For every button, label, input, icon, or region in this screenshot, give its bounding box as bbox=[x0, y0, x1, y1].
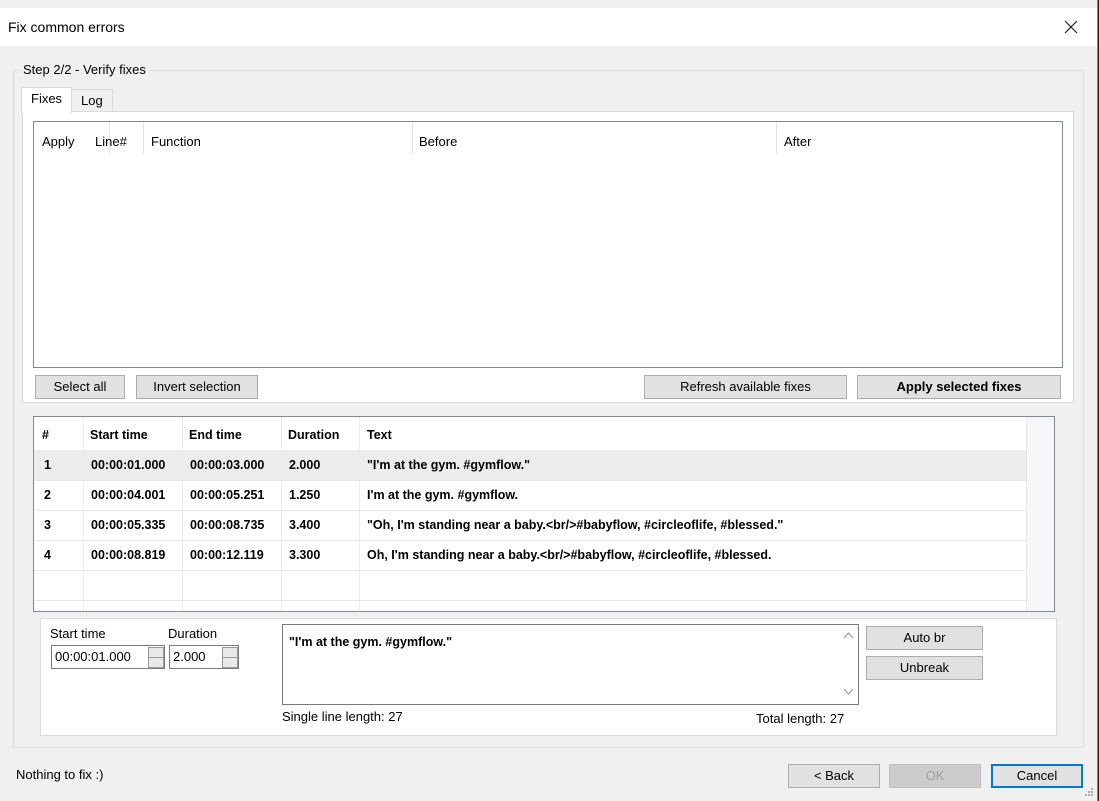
empty-row bbox=[34, 571, 1028, 601]
row-number: 2 bbox=[44, 488, 51, 502]
table-row[interactable]: 1 00:00:01.000 00:00:03.000 2.000 "I'm a… bbox=[34, 451, 1028, 481]
row-text: Oh, I'm standing near a baby.<br/>#babyf… bbox=[367, 548, 772, 562]
column-apply[interactable]: Apply bbox=[42, 134, 75, 149]
duration-value: 2.000 bbox=[173, 649, 206, 664]
header-end-time[interactable]: End time bbox=[189, 421, 242, 450]
row-text: I'm at the gym. #gymflow. bbox=[367, 488, 519, 502]
table-row[interactable]: 4 00:00:08.819 00:00:12.119 3.300 Oh, I'… bbox=[34, 541, 1028, 571]
table-row[interactable]: 2 00:00:04.001 00:00:05.251 1.250 I'm at… bbox=[34, 481, 1028, 511]
tab-fixes[interactable]: Fixes bbox=[21, 87, 73, 113]
spin-down-icon[interactable] bbox=[222, 657, 238, 668]
row-start-time: 00:00:04.001 bbox=[91, 488, 166, 502]
duration-label: Duration bbox=[168, 626, 218, 641]
header-number[interactable]: # bbox=[42, 421, 49, 450]
start-time-stepper[interactable]: 00:00:01.000 bbox=[51, 645, 165, 669]
row-start-time: 00:00:08.819 bbox=[91, 548, 166, 562]
row-end-time: 00:00:12.119 bbox=[190, 548, 264, 562]
subtitle-grid[interactable]: # Start time End time Duration Text 1 00… bbox=[33, 416, 1055, 612]
single-line-length: Single line length: 27 bbox=[282, 709, 403, 724]
header-text[interactable]: Text bbox=[367, 421, 392, 450]
row-start-time: 00:00:01.000 bbox=[91, 458, 166, 472]
row-duration: 1.250 bbox=[289, 488, 321, 502]
scroll-down-icon[interactable] bbox=[843, 688, 854, 696]
column-after[interactable]: After bbox=[784, 134, 811, 149]
start-time-value: 00:00:01.000 bbox=[55, 649, 131, 664]
column-separator bbox=[776, 122, 777, 154]
window-title: Fix common errors bbox=[8, 19, 125, 35]
row-duration: 3.400 bbox=[289, 518, 321, 532]
group-legend: Step 2/2 - Verify fixes bbox=[20, 62, 149, 77]
row-duration: 2.000 bbox=[289, 458, 321, 472]
row-number: 3 bbox=[44, 518, 51, 532]
row-end-time: 00:00:05.251 bbox=[190, 488, 265, 502]
column-separator bbox=[143, 122, 144, 154]
select-all-button[interactable]: Select all bbox=[35, 375, 125, 399]
fix-common-errors-dialog: Fix common errors Step 2/2 - Verify fixe… bbox=[0, 0, 1098, 801]
text-scrollbar[interactable] bbox=[839, 625, 858, 704]
auto-br-button[interactable]: Auto br bbox=[866, 626, 983, 650]
tab-log[interactable]: Log bbox=[71, 89, 113, 112]
refresh-fixes-button[interactable]: Refresh available fixes bbox=[644, 375, 847, 399]
row-end-time: 00:00:03.000 bbox=[190, 458, 265, 472]
ok-button: OK bbox=[889, 764, 981, 788]
scroll-up-icon[interactable] bbox=[843, 631, 854, 639]
subtitle-text-value: "I'm at the gym. #gymflow." bbox=[289, 635, 453, 649]
status-text: Nothing to fix :) bbox=[16, 767, 104, 782]
resize-grip-icon[interactable] bbox=[1083, 786, 1095, 798]
column-separator bbox=[412, 122, 413, 154]
column-line-number[interactable]: Line# bbox=[95, 134, 127, 149]
duration-stepper[interactable]: 2.000 bbox=[169, 645, 239, 669]
unbreak-button[interactable]: Unbreak bbox=[866, 656, 983, 680]
grid-scrollbar[interactable] bbox=[1026, 417, 1054, 611]
spin-down-icon[interactable] bbox=[148, 657, 164, 668]
apply-selected-fixes-button[interactable]: Apply selected fixes bbox=[857, 375, 1061, 399]
fixes-list[interactable]: Apply Line# Function Before After bbox=[33, 121, 1063, 368]
cancel-button[interactable]: Cancel bbox=[991, 764, 1083, 788]
grid-header-row: # Start time End time Duration Text bbox=[34, 421, 1028, 451]
subtitle-text-input[interactable]: "I'm at the gym. #gymflow." bbox=[282, 624, 859, 705]
column-before[interactable]: Before bbox=[419, 134, 457, 149]
back-button[interactable]: < Back bbox=[788, 764, 880, 788]
row-text: "I'm at the gym. #gymflow." bbox=[367, 458, 531, 472]
row-end-time: 00:00:08.735 bbox=[190, 518, 265, 532]
start-time-label: Start time bbox=[50, 626, 106, 641]
duration-arrows[interactable] bbox=[221, 646, 238, 668]
row-duration: 3.300 bbox=[289, 548, 321, 562]
invert-selection-button[interactable]: Invert selection bbox=[136, 375, 258, 399]
row-start-time: 00:00:05.335 bbox=[91, 518, 166, 532]
table-row[interactable]: 3 00:00:05.335 00:00:08.735 3.400 "Oh, I… bbox=[34, 511, 1028, 541]
row-number: 1 bbox=[44, 458, 51, 472]
header-duration[interactable]: Duration bbox=[288, 421, 339, 450]
row-text: "Oh, I'm standing near a baby.<br/>#baby… bbox=[367, 518, 784, 532]
header-start-time[interactable]: Start time bbox=[90, 421, 148, 450]
close-icon[interactable] bbox=[1057, 14, 1085, 40]
total-length: Total length: 27 bbox=[756, 711, 845, 726]
start-time-arrows[interactable] bbox=[147, 646, 164, 668]
row-number: 4 bbox=[44, 548, 51, 562]
column-function[interactable]: Function bbox=[151, 134, 201, 149]
title-bar: Fix common errors bbox=[0, 8, 1097, 46]
